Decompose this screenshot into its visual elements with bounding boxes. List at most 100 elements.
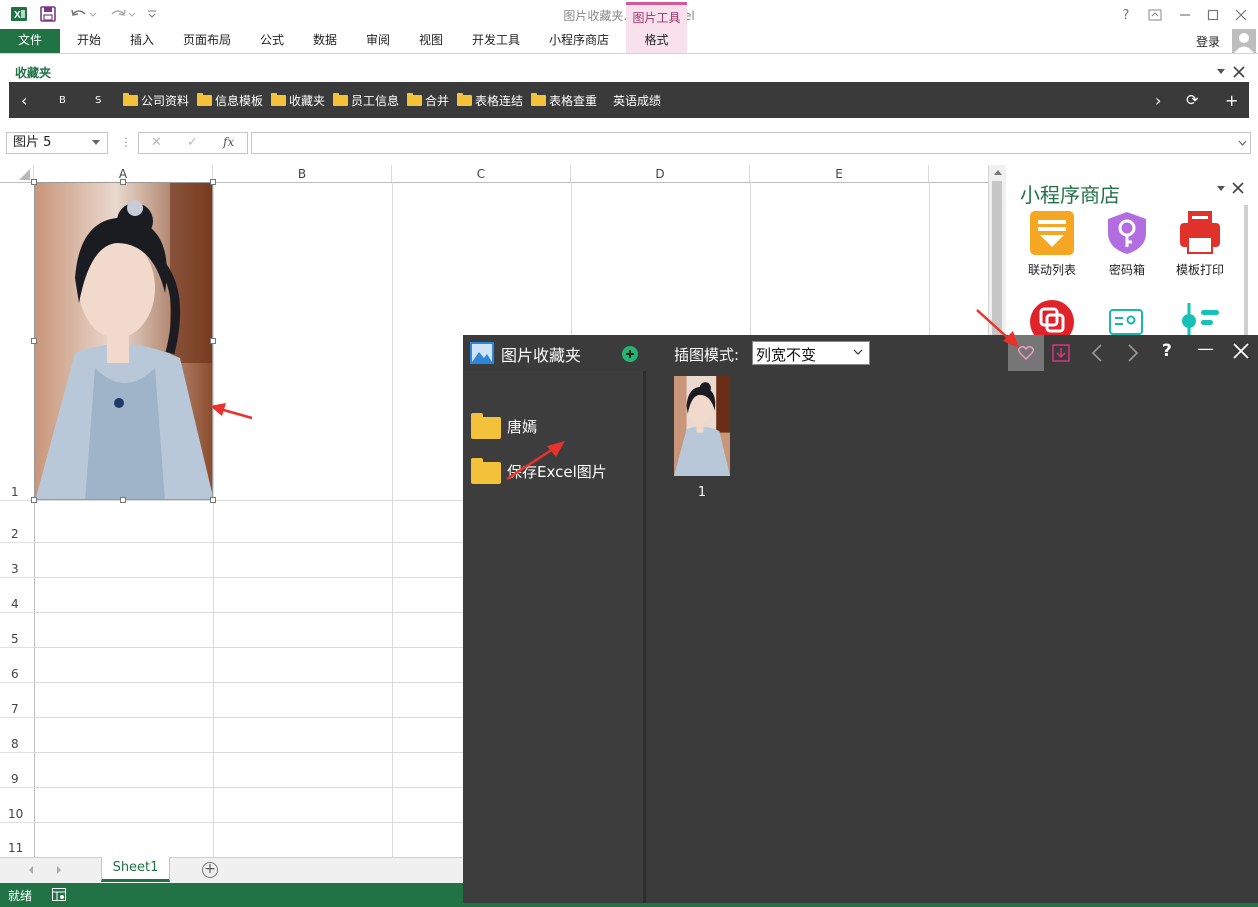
login-link[interactable]: 登录: [1196, 33, 1220, 50]
ribbon-divider: [0, 53, 1258, 54]
resize-handle[interactable]: [120, 179, 126, 185]
resize-handle[interactable]: [120, 497, 126, 503]
tab-page-layout[interactable]: 页面布局: [176, 29, 238, 53]
row-header-2[interactable]: 2: [0, 501, 34, 543]
favorites-next-button[interactable]: ›: [1155, 82, 1161, 118]
image-window-close-icon[interactable]: [1233, 343, 1249, 359]
sheet-scroll-left-icon[interactable]: [28, 865, 34, 875]
folder-icon: [471, 412, 501, 439]
row-header-11[interactable]: 11: [0, 823, 34, 857]
insert-function-icon[interactable]: fx: [223, 135, 234, 149]
expand-formula-icon[interactable]: [1238, 140, 1247, 146]
column-header-c[interactable]: C: [392, 165, 571, 182]
image-window-help-button[interactable]: ?: [1162, 341, 1172, 361]
ribbon-display-icon[interactable]: [1143, 4, 1167, 26]
column-header-e[interactable]: E: [750, 165, 929, 182]
tab-review[interactable]: 审阅: [356, 29, 400, 53]
chevron-left-icon[interactable]: [1091, 344, 1103, 362]
save-icon[interactable]: [38, 4, 58, 24]
favorite-item-table-link[interactable]: 表格连结: [457, 82, 523, 118]
select-all-corner[interactable]: [0, 165, 34, 182]
undo-icon[interactable]: [68, 4, 98, 24]
maximize-icon[interactable]: [1201, 4, 1225, 26]
image-window-minimize-button[interactable]: —: [1197, 339, 1214, 359]
id-card-icon[interactable]: [1109, 305, 1143, 335]
favorite-item-employee[interactable]: 员工信息: [333, 82, 399, 118]
row-header-4[interactable]: 4: [0, 578, 34, 613]
add-sheet-button[interactable]: +: [202, 862, 218, 878]
customize-qat-icon[interactable]: [142, 4, 162, 24]
insert-mode-label: 插图模式:: [674, 346, 740, 364]
favorite-item-dedupe[interactable]: 表格查重: [531, 82, 597, 118]
close-icon[interactable]: [1232, 182, 1244, 194]
row-header-8[interactable]: 8: [0, 718, 34, 753]
image-thumbnail[interactable]: [674, 376, 730, 476]
resize-handle[interactable]: [210, 338, 216, 344]
linked-list-icon: [1030, 211, 1074, 255]
refresh-icon[interactable]: ⟳: [1186, 82, 1199, 118]
row-header-9[interactable]: 9: [0, 753, 34, 788]
sheet-tab-sheet1[interactable]: Sheet1: [101, 857, 170, 882]
tab-developer[interactable]: 开发工具: [466, 29, 526, 53]
help-button[interactable]: ?: [1114, 4, 1138, 26]
cancel-entry-icon[interactable]: ✕: [151, 135, 162, 150]
sheet-scroll-right-icon[interactable]: [56, 865, 62, 875]
tab-mini-program-store[interactable]: 小程序商店: [542, 29, 616, 53]
chevron-down-icon[interactable]: [1216, 185, 1226, 193]
row-header-10[interactable]: 10: [0, 788, 34, 823]
sheet-tab-bar: Sheet1 +: [0, 857, 463, 883]
tab-format[interactable]: 格式: [626, 29, 687, 53]
picture-icon: [469, 341, 495, 365]
chevron-right-icon[interactable]: [1127, 344, 1139, 362]
avatar[interactable]: [1232, 29, 1256, 53]
store-item-password-box[interactable]: 密码箱: [1092, 211, 1162, 278]
store-item-template-print[interactable]: 模板打印: [1165, 211, 1235, 278]
favorites-b-button[interactable]: B: [59, 82, 66, 118]
row-header-3[interactable]: 3: [0, 543, 34, 578]
macro-record-icon[interactable]: [52, 888, 66, 901]
annotation-arrow: [975, 308, 1021, 350]
redo-icon[interactable]: [107, 4, 137, 24]
close-icon[interactable]: [1229, 4, 1253, 26]
add-favorite-button[interactable]: +: [1225, 82, 1238, 118]
tab-home[interactable]: 开始: [66, 29, 112, 53]
insert-mode-select[interactable]: 列宽不变: [752, 341, 870, 365]
favorites-s-button[interactable]: S: [95, 82, 101, 118]
favorites-prev-button[interactable]: ‹: [21, 82, 27, 118]
resize-handle[interactable]: [31, 179, 37, 185]
favorite-item-english[interactable]: 英语成绩: [613, 82, 661, 118]
column-header-b[interactable]: B: [213, 165, 392, 182]
chevron-down-icon[interactable]: [92, 140, 100, 146]
tab-view[interactable]: 视图: [409, 29, 453, 53]
add-folder-icon[interactable]: [622, 346, 638, 362]
resize-handle[interactable]: [210, 497, 216, 503]
row-header-5[interactable]: 5: [0, 613, 34, 648]
chevron-down-icon[interactable]: [1216, 68, 1226, 76]
formula-input[interactable]: [251, 132, 1251, 154]
row-header-7[interactable]: 7: [0, 683, 34, 718]
tab-data[interactable]: 数据: [303, 29, 347, 53]
favorite-item-favorites[interactable]: 收藏夹: [271, 82, 325, 118]
resize-handle[interactable]: [31, 338, 37, 344]
close-icon[interactable]: [1233, 66, 1245, 78]
favorite-item-company[interactable]: 公司资料: [123, 82, 189, 118]
resize-handle[interactable]: [31, 497, 37, 503]
tab-file[interactable]: 文件: [0, 29, 60, 53]
tab-formulas[interactable]: 公式: [250, 29, 294, 53]
store-item-linked-list[interactable]: 联动列表: [1017, 211, 1087, 278]
confirm-entry-icon[interactable]: ✓: [187, 135, 198, 150]
resize-handle[interactable]: [210, 179, 216, 185]
inserted-picture[interactable]: [34, 182, 213, 500]
favorite-item-merge[interactable]: 合并: [407, 82, 449, 118]
download-icon[interactable]: [1052, 344, 1070, 362]
image-collection-window: 图片收藏夹 插图模式: 列宽不变 ? — 唐嫣 保存Excel图片 1: [463, 335, 1258, 905]
minimize-icon[interactable]: [1173, 4, 1197, 26]
column-header-d[interactable]: D: [571, 165, 750, 182]
favorite-item-templates[interactable]: 信息模板: [197, 82, 263, 118]
folder-item-tang-yan[interactable]: 唐嫣: [471, 412, 537, 439]
status-text: 就绪: [8, 889, 33, 903]
row-header-1[interactable]: 1: [0, 183, 34, 501]
row-header-6[interactable]: 6: [0, 648, 34, 683]
tab-insert[interactable]: 插入: [120, 29, 164, 53]
store-scrollbar[interactable]: [1244, 205, 1248, 340]
